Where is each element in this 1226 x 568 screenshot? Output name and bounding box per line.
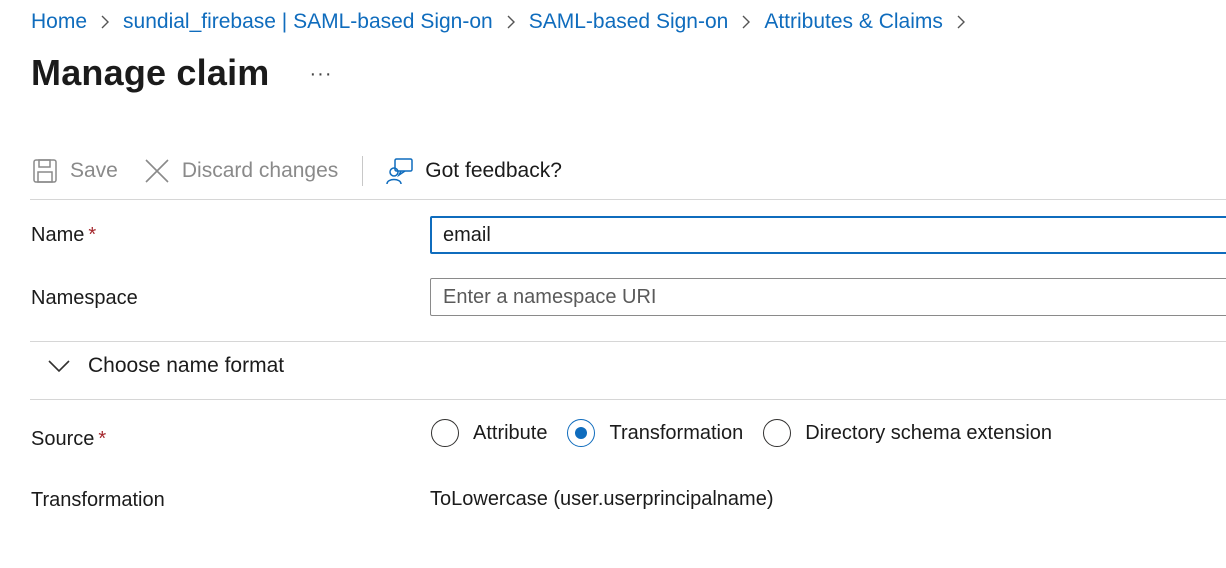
radio-dot [575,427,588,439]
namespace-field-label: Namespace [31,287,138,309]
radio-label: Directory schema extension [805,421,1053,444]
close-icon [142,156,172,186]
radio-button-selected[interactable] [567,419,596,447]
radio-button[interactable] [431,419,459,447]
chevron-right-icon [943,15,979,29]
chevron-right-icon [87,15,123,29]
name-field-label: Name * [31,224,96,247]
feedback-icon [385,156,415,186]
save-label: Save [70,159,118,182]
title-row: Manage claim ··· [31,52,332,94]
chevron-right-icon [728,15,764,29]
save-button[interactable]: Save [30,156,118,186]
discard-changes-button[interactable]: Discard changes [142,156,338,186]
divider [30,399,1226,400]
radio-label: Transformation [609,421,744,444]
radio-label: Attribute [473,421,548,444]
choose-name-format-expander[interactable]: Choose name format [48,354,284,378]
radio-option-directory-schema-extension[interactable]: Directory schema extension [763,419,1052,447]
divider [30,199,1226,200]
required-indicator: * [98,428,107,450]
breadcrumb-saml[interactable]: SAML-based Sign-on [529,10,729,34]
command-bar: Save Discard changes Got feedback? [30,150,562,192]
choose-name-format-label: Choose name format [88,354,285,377]
feedback-label: Got feedback? [425,159,562,182]
name-label-text: Name [31,224,85,246]
radio-option-attribute[interactable]: Attribute [431,419,547,447]
breadcrumb-home[interactable]: Home [31,10,87,34]
source-field-label: Source * [31,428,106,451]
page-title: Manage claim [31,52,270,93]
source-radio-group: Attribute Transformation Directory schem… [431,419,1072,447]
breadcrumb-app[interactable]: sundial_firebase | SAML-based Sign-on [123,10,493,34]
chevron-down-icon [48,355,70,377]
feedback-button[interactable]: Got feedback? [385,156,562,186]
discard-changes-label: Discard changes [181,159,339,182]
toolbar-divider [362,156,364,186]
breadcrumb: Home sundial_firebase | SAML-based Sign-… [31,10,979,34]
divider [30,341,1226,342]
transformation-value-link[interactable]: ToLowercase (user.userprincipalname) [430,488,774,511]
chevron-right-icon [493,15,529,29]
transformation-field-label: Transformation [31,489,165,511]
breadcrumb-attributes-claims[interactable]: Attributes & Claims [764,10,943,34]
source-label-text: Source [31,428,95,450]
radio-button[interactable] [763,419,792,447]
save-icon [30,156,60,186]
required-indicator: * [88,224,97,246]
more-options-button[interactable]: ··· [310,63,333,86]
name-input[interactable] [430,216,1226,254]
radio-option-transformation[interactable]: Transformation [567,419,743,447]
namespace-input[interactable] [430,278,1226,316]
